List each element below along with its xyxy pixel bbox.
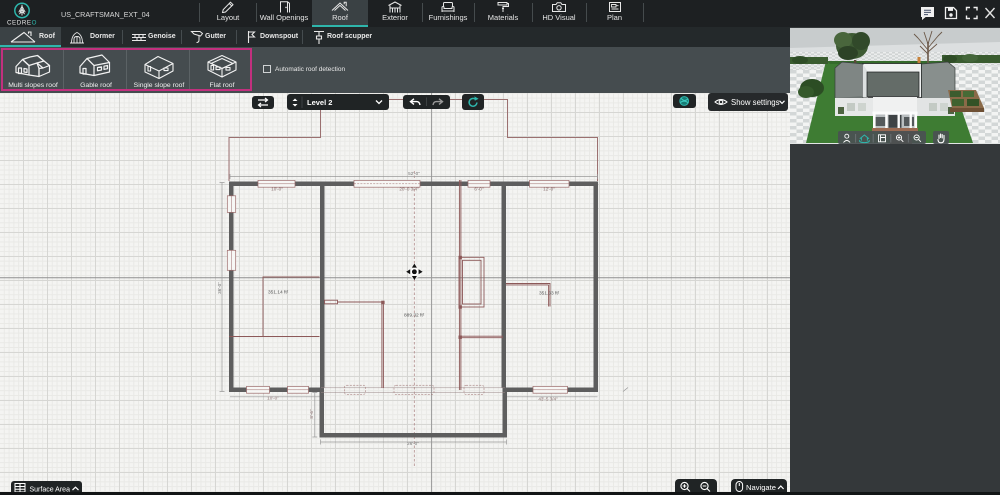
svg-text:Level 2: Level 2 — [307, 98, 332, 107]
svg-text:36'-0": 36'-0" — [217, 282, 222, 294]
svg-text:8'-6": 8'-6" — [309, 409, 314, 419]
svg-text:52'-0": 52'-0" — [408, 171, 420, 176]
svg-text:Show settings: Show settings — [731, 97, 780, 106]
svg-text:351.14 ft²: 351.14 ft² — [268, 290, 289, 296]
svg-text:43'-5 3/4": 43'-5 3/4" — [538, 397, 558, 402]
svg-text:889.32 ft²: 889.32 ft² — [404, 313, 425, 319]
svg-text:CEDREO: CEDREO — [7, 20, 37, 27]
svg-text:26'-0": 26'-0" — [407, 441, 419, 446]
svg-text:351.33 ft²: 351.33 ft² — [539, 291, 560, 297]
svg-text:10'-0": 10'-0" — [267, 396, 279, 401]
svg-text:Navigate: Navigate — [746, 483, 776, 492]
